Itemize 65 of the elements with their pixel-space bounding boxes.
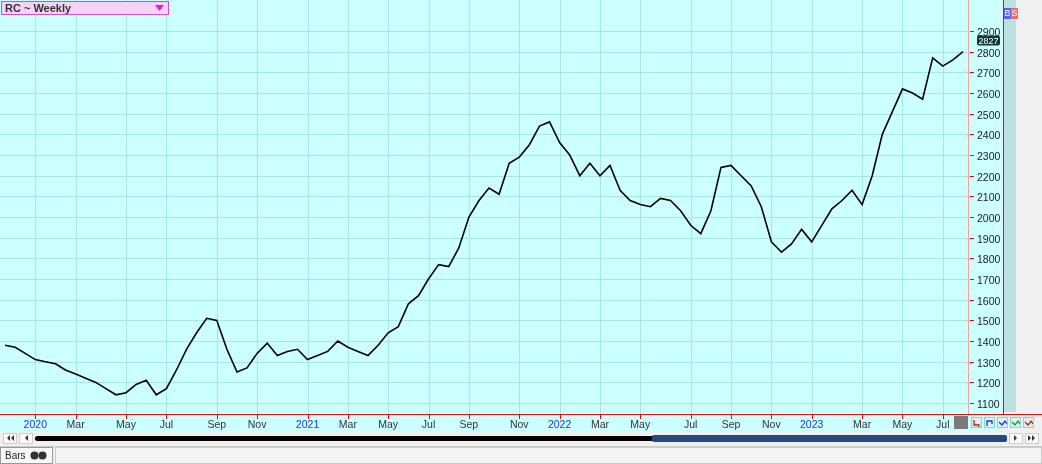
axis-label: May xyxy=(892,418,913,430)
last-price-label: 2827 xyxy=(977,35,1000,46)
axis-label: Mar xyxy=(338,418,357,430)
axis-label: 2300 xyxy=(977,149,1001,162)
axis-label: Jul xyxy=(684,418,698,430)
scroll-track[interactable] xyxy=(35,435,1007,441)
scroll-right-icon xyxy=(1012,435,1020,441)
axis-label: Jul xyxy=(159,418,174,430)
axis-label: 1700 xyxy=(977,273,1001,286)
axis-label: 1100 xyxy=(977,397,1000,410)
axis-label: Mar xyxy=(590,418,609,430)
bars-tab[interactable]: Bars xyxy=(0,447,53,464)
axis-label: May xyxy=(630,418,651,430)
scroll-marker xyxy=(954,416,968,429)
axis-label: 1400 xyxy=(977,335,1001,348)
dots-icon xyxy=(29,451,48,460)
axis-label: 2600 xyxy=(977,87,1001,100)
axis-label: 2500 xyxy=(977,108,1001,121)
tool-button[interactable] xyxy=(1023,417,1034,428)
caret-icon xyxy=(155,5,164,11)
axis-label: May xyxy=(116,418,136,430)
axis-label: 2200 xyxy=(977,170,1001,183)
axis-label: 2022 xyxy=(547,418,572,430)
tool-button[interactable] xyxy=(971,417,982,428)
axis-label: 1900 xyxy=(977,232,1001,245)
title-dropdown[interactable]: RC ~ Weekly xyxy=(1,1,169,15)
axis-label: Mar xyxy=(66,418,85,430)
axis-label: 2700 xyxy=(977,66,1001,79)
step-line-icon xyxy=(972,417,981,428)
axis-label: Sep xyxy=(459,418,479,430)
axis-label: 1600 xyxy=(977,294,1001,307)
scroll-right-button[interactable] xyxy=(1009,432,1023,444)
axis-label: May xyxy=(378,418,399,430)
axis-label: Jul xyxy=(936,418,950,430)
scroll-first-icon xyxy=(6,435,14,441)
axis-label: 2400 xyxy=(977,128,1001,141)
axis-label: 2023 xyxy=(800,418,824,430)
scroll-first-button[interactable] xyxy=(3,432,17,444)
scroll-thumb[interactable] xyxy=(652,434,1007,442)
axis-label: Nov xyxy=(509,418,529,430)
axis-label: 1800 xyxy=(977,252,1001,265)
axis-label: Sep xyxy=(721,418,741,430)
tab-label: Bars xyxy=(5,450,26,461)
tool-button[interactable] xyxy=(997,417,1008,428)
axis-label: 2021 xyxy=(295,418,320,430)
axis-label: Mar xyxy=(853,418,872,430)
axis-label: 1300 xyxy=(977,356,1001,369)
axis-label: 1500 xyxy=(977,314,1001,327)
scroll-last-icon xyxy=(1028,435,1036,441)
axis-label: 2100 xyxy=(977,190,1001,203)
axis-label: 2800 xyxy=(977,46,1001,59)
step-line-icon xyxy=(985,417,994,428)
axis-label: 2900 xyxy=(977,25,1001,38)
axis-label: Sep xyxy=(207,418,227,430)
axis-label: 2000 xyxy=(977,211,1001,224)
axis-label: Nov xyxy=(247,418,267,430)
axis-label: 1200 xyxy=(977,376,1001,389)
axis-label: Jul xyxy=(421,418,436,430)
axis-label: Nov xyxy=(762,418,781,430)
axis-label: 2020 xyxy=(23,418,47,430)
tool-button[interactable] xyxy=(984,417,995,428)
scroll-left-button[interactable] xyxy=(19,432,33,444)
tool-button[interactable] xyxy=(1010,417,1021,428)
scroll-last-button[interactable] xyxy=(1025,432,1039,444)
buy-button[interactable]: B xyxy=(1004,8,1011,19)
